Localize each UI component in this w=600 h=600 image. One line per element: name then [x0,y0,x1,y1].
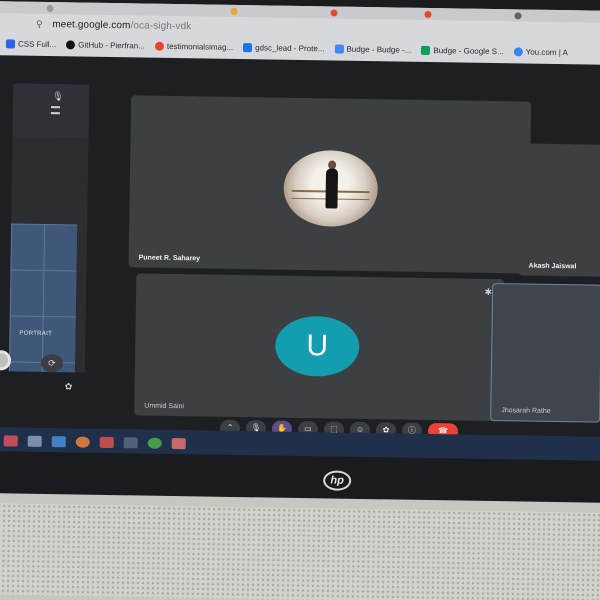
bookmark-item[interactable]: testimonialsimag... [154,41,234,52]
mic-icon[interactable]: 🎙 [52,91,64,101]
taskbar-app-icon[interactable] [75,435,90,448]
bookmark-item[interactable]: Budge - Budge -... [334,44,412,55]
pin-icon[interactable]: ✱ [485,287,493,298]
browser-tab[interactable] [514,10,522,20]
bookmark-favicon-icon [513,46,523,56]
bookmark-label: gdsc_lead - Prote... [255,42,325,53]
participant-tile[interactable]: Akash Jaiswal [518,143,600,277]
bookmark-favicon-icon [154,41,164,51]
tab-favicon-icon [46,4,54,12]
bookmark-label: GitHub - Pierfran... [78,39,145,51]
url-text[interactable]: meet.google.com/oca-sigh-vdk [52,19,191,32]
github-icon [66,39,76,49]
bookmark-label: testimonialsimag... [166,41,234,52]
bookmark-favicon-icon [243,42,253,52]
taskbar-app-icon[interactable] [99,436,114,448]
speaker-grille [0,502,600,600]
bookmark-item[interactable]: You.com | A [513,46,569,57]
browser-tab[interactable] [424,9,432,19]
participant-tile[interactable]: Puneet R. Saharey [128,95,532,274]
tab-favicon-icon [230,7,238,15]
hp-logo: hp [323,470,352,491]
tab-favicon-icon [424,10,432,18]
bookmark-item[interactable]: Budge - Google S... [421,45,504,56]
participant-photo [283,149,379,228]
lens-icon[interactable]: ✿ [63,380,75,392]
camera-preview [8,223,78,373]
participant-name: Akash Jaiswal [528,262,577,271]
participant-name: Puneet R. Saharey [138,254,201,263]
url-host: meet.google.com [52,18,131,31]
photo-person [325,168,339,209]
participant-tile[interactable]: Jhosarah Rathe [490,283,600,423]
participant-avatar: U [274,315,360,377]
bookmark-favicon-icon [5,38,16,48]
camera-mode-label[interactable]: PORTRAIT [19,331,52,338]
taskbar-app-icon[interactable] [27,435,42,447]
bookmark-item[interactable]: GitHub - Pierfran... [66,39,145,51]
preview-grid [8,223,78,373]
bookmark-item[interactable]: gdsc_lead - Prote... [243,42,325,53]
site-info-icon[interactable]: ⚲ [34,19,44,29]
taskbar-app-icon[interactable] [3,434,18,447]
participant-name: Jhosarah Rathe [501,407,551,415]
tab-favicon-icon [330,8,338,17]
participant-tile[interactable]: U ✱ Ummid Saini [134,273,505,422]
docs-icon [334,44,344,54]
chrome-icon[interactable] [147,437,162,449]
bookmark-label: You.com | A [525,47,569,57]
browser-tab[interactable] [46,3,54,13]
participant-name: Ummid Saini [144,402,185,411]
bookmark-label: CSS Full... [17,39,57,49]
taskbar-app-icon[interactable] [171,437,186,449]
sheets-icon [421,45,431,55]
bookmark-item[interactable]: CSS Full... [5,38,57,49]
bookmark-label: Budge - Budge -... [346,44,412,55]
taskbar-app-icon[interactable] [123,436,138,448]
switch-camera-icon[interactable]: ⟳ [40,353,64,373]
laptop-photo: ⚲ meet.google.com/oca-sigh-vdk CSS Full.… [0,0,600,600]
browser-tab[interactable] [230,6,238,16]
bookmark-label: Budge - Google S... [433,45,504,56]
taskbar-app-icon[interactable] [51,435,66,447]
menu-icon[interactable] [50,106,61,115]
browser-tab[interactable] [330,7,338,17]
url-path: /oca-sigh-vdk [130,19,192,32]
tab-favicon-icon [514,11,522,19]
